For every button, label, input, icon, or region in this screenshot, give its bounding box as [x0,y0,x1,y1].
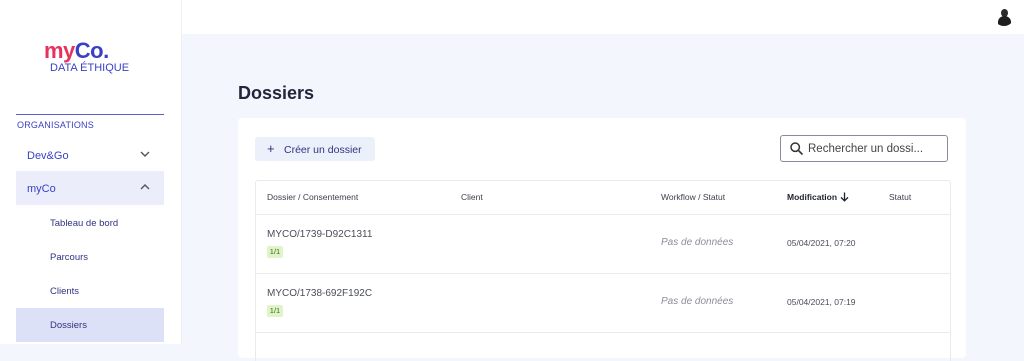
org-item-myco[interactable]: myCo [16,171,164,205]
workflow-status: Pas de données [661,296,734,307]
search-box[interactable] [780,135,948,162]
search-icon [790,142,803,155]
org-item-label: Dev&Go [27,150,69,162]
logo-part-co: Co. [74,38,109,63]
column-header-modification-label: Modification [787,192,838,202]
create-dossier-label: Créer un dossier [284,144,362,156]
table-header: Dossier / Consentement Client Workflow /… [256,181,950,215]
user-avatar-icon[interactable] [994,6,1014,26]
logo-tagline: DATA ÉTHIQUE [50,62,130,74]
sort-descending-icon [840,192,849,202]
chevron-up-icon [140,184,150,190]
column-header-dossier[interactable]: Dossier / Consentement [267,192,358,202]
consent-badge: 1/1 [267,305,283,317]
sidebar-item-label: Clients [50,286,80,297]
plus-icon: + [267,141,275,156]
sidebar-item-label: Parcours [50,252,89,263]
dossiers-card: + Créer un dossier Dossier / Consentemen… [238,118,966,361]
consent-badge: 1/1 [267,246,283,258]
sidebar: myCo. DATA ÉTHIQUE ORGANISATIONS Dev&Go … [0,0,182,344]
column-header-modification[interactable]: Modification [787,192,849,202]
modification-date: 05/04/2021, 07:19 [787,297,856,307]
avatar-body [998,16,1011,26]
page-title: Dossiers [238,83,315,103]
table-row[interactable]: MYCO/1739-D92C1311 1/1 Pas de données 05… [256,215,950,274]
column-header-workflow[interactable]: Workflow / Statut [661,192,725,202]
dossiers-table: Dossier / Consentement Client Workflow /… [255,180,951,361]
org-item-label: myCo [27,183,56,195]
workflow-status: Pas de données [661,237,734,248]
organisations-label: ORGANISATIONS [17,120,94,130]
column-header-client[interactable]: Client [461,192,483,202]
table-row[interactable]: MYCO/1738-692F192C 1/1 Pas de données 05… [256,274,950,333]
search-input[interactable] [808,140,940,158]
chevron-down-icon [140,151,150,157]
modification-date: 05/04/2021, 07:20 [787,238,856,248]
sidebar-item-tableau-de-bord[interactable]: Tableau de bord [16,206,164,240]
org-item-devgo[interactable]: Dev&Go [16,138,164,172]
sidebar-item-parcours[interactable]: Parcours [16,240,164,274]
section-divider [16,114,164,115]
sidebar-item-clients[interactable]: Clients [16,274,164,308]
logo-wordmark: myCo. [44,40,144,62]
logo-part-my: my [44,38,75,63]
dossier-id[interactable]: MYCO/1739-D92C1311 [267,229,372,240]
sidebar-item-label: Tableau de bord [50,218,119,229]
sidebar-item-label: Dossiers [50,320,87,331]
brand-logo[interactable]: myCo. DATA ÉTHIQUE [44,40,144,75]
dossier-id[interactable]: MYCO/1738-692F192C [267,288,372,299]
sidebar-item-dossiers[interactable]: Dossiers [16,308,164,342]
create-dossier-button[interactable]: + Créer un dossier [255,137,375,161]
column-header-statut[interactable]: Statut [889,192,911,202]
